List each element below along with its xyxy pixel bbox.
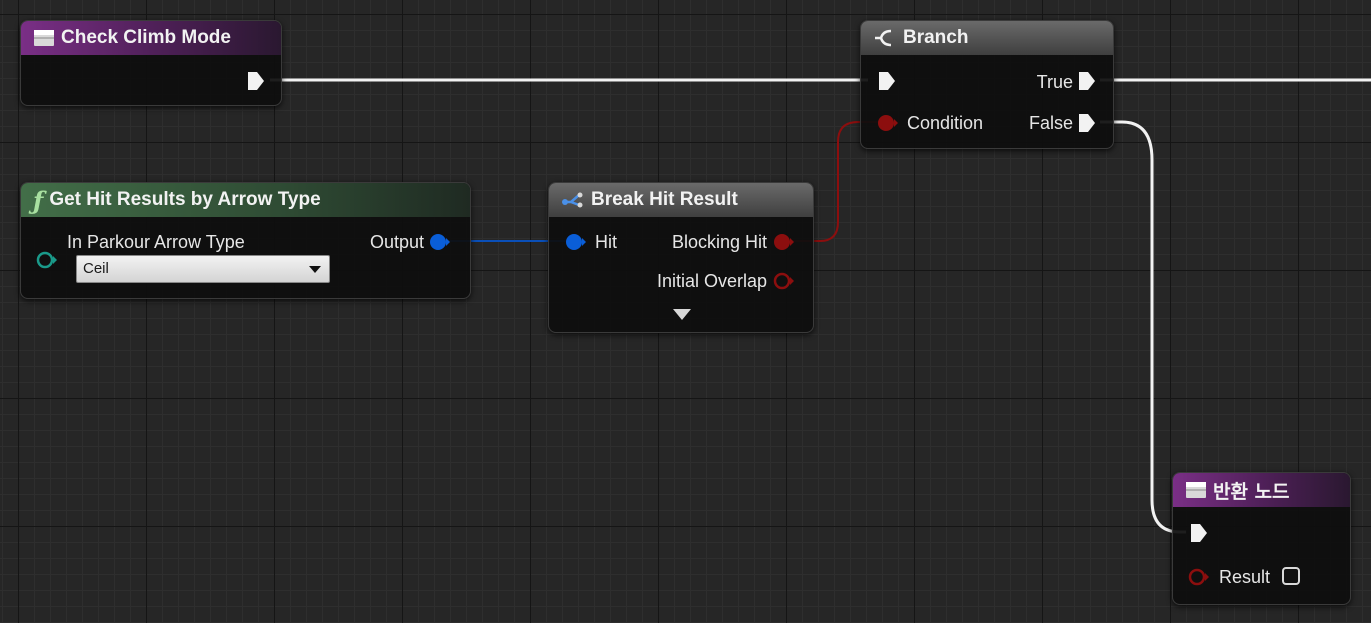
get-hit-results-title: Get Hit Results by Arrow Type xyxy=(49,189,321,210)
output-label: Output xyxy=(369,232,424,252)
get-hit-results-header[interactable]: ƒ Get Hit Results by Arrow Type xyxy=(21,183,470,217)
result-label: Result xyxy=(1219,567,1271,587)
function-f-icon: ƒ xyxy=(33,185,44,215)
branch-node[interactable]: Branch Condition True False xyxy=(860,20,1114,149)
return-node-title: 반환 노드 xyxy=(1213,480,1290,503)
break-hit-result-node[interactable]: Break Hit Result Hit Blocking Hit Initia… xyxy=(548,182,814,333)
blocking-hit-label: Blocking Hit xyxy=(671,232,767,252)
arrow-type-dropdown[interactable]: Ceil xyxy=(76,255,330,283)
return-node[interactable]: 반환 노드 Result xyxy=(1172,472,1351,605)
hit-struct-pin[interactable] xyxy=(565,232,589,252)
initial-overlap-label: Initial Overlap xyxy=(656,271,767,291)
false-exec-pin[interactable] xyxy=(1078,113,1096,133)
expand-arrow-icon[interactable] xyxy=(673,309,691,320)
break-hit-result-header[interactable]: Break Hit Result xyxy=(549,183,813,217)
function-entry-icon xyxy=(33,28,55,48)
result-pin[interactable] xyxy=(1188,567,1212,587)
condition-label: Condition xyxy=(907,113,984,133)
check-climb-mode-header[interactable]: Check Climb Mode xyxy=(21,21,281,55)
get-hit-results-node[interactable]: ƒ Get Hit Results by Arrow Type In Parko… xyxy=(20,182,471,299)
return-node-icon xyxy=(1185,480,1207,500)
arrow-type-dropdown-value: Ceil xyxy=(83,260,109,277)
return-exec-in-pin[interactable] xyxy=(1190,523,1208,543)
true-label: True xyxy=(1036,72,1073,92)
break-struct-icon xyxy=(561,190,585,210)
arrow-type-input-label: In Parkour Arrow Type xyxy=(67,232,245,252)
exec-out-pin[interactable] xyxy=(247,71,265,91)
check-climb-mode-title: Check Climb Mode xyxy=(61,27,231,48)
hit-label: Hit xyxy=(595,232,617,252)
branch-icon xyxy=(873,28,897,48)
return-node-header[interactable]: 반환 노드 xyxy=(1173,473,1350,507)
condition-pin[interactable] xyxy=(877,113,899,133)
arrow-type-input-pin[interactable] xyxy=(36,250,60,270)
branch-header[interactable]: Branch xyxy=(861,21,1113,55)
branch-exec-in-pin[interactable] xyxy=(878,71,896,91)
branch-title: Branch xyxy=(903,27,969,48)
check-climb-mode-node[interactable]: Check Climb Mode xyxy=(20,20,282,106)
output-struct-pin[interactable] xyxy=(429,232,453,252)
chevron-down-icon xyxy=(309,266,321,273)
false-label: False xyxy=(1028,113,1073,133)
result-checkbox[interactable] xyxy=(1282,567,1300,585)
break-hit-result-title: Break Hit Result xyxy=(591,189,738,210)
initial-overlap-pin[interactable] xyxy=(773,271,797,291)
exec-wire-false-to-return xyxy=(1100,120,1186,534)
blocking-hit-pin[interactable] xyxy=(773,232,797,252)
true-exec-pin[interactable] xyxy=(1078,71,1096,91)
